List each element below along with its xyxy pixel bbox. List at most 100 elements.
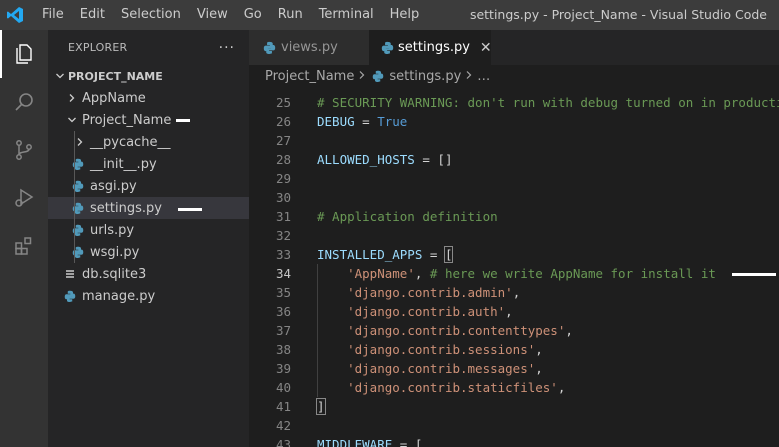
code-text: DEBUG = True: [291, 112, 407, 131]
chevron-right-icon: [465, 69, 473, 84]
folder-project-name[interactable]: Project_Name: [48, 109, 249, 131]
menu-edit[interactable]: Edit: [72, 0, 113, 30]
code-token: ,: [565, 323, 573, 338]
line-number: 29: [275, 171, 291, 186]
code-token: [: [443, 246, 454, 263]
line-number: 39: [275, 361, 291, 376]
line-number: 28: [275, 152, 291, 167]
explorer-icon[interactable]: [0, 30, 48, 78]
tab-views-py[interactable]: views.py: [249, 30, 369, 65]
file-tree: AppName Project_Name __pycache__ __init__.p…: [48, 87, 249, 307]
code-token: 'django.contrib.admin': [347, 285, 513, 300]
code-line[interactable]: 33 INSTALLED_APPS = [: [249, 245, 779, 264]
code-text: 'AppName', # here we write AppName for i…: [291, 264, 716, 283]
chevron-right-icon: [64, 90, 80, 106]
indent-guide: [317, 264, 318, 283]
python-file-icon: [261, 40, 277, 56]
menu-go[interactable]: Go: [236, 0, 270, 30]
code-line[interactable]: 39 'django.contrib.messages',: [249, 359, 779, 378]
line-number: 35: [275, 285, 291, 300]
code-token: 'django.contrib.messages': [347, 361, 536, 376]
code-line[interactable]: 32: [249, 226, 779, 245]
file-settings-py[interactable]: settings.py: [48, 197, 249, 219]
code-line[interactable]: 28 ALLOWED_HOSTS = []: [249, 150, 779, 169]
line-number: 32: [275, 228, 291, 243]
code-text: 'django.contrib.admin',: [291, 283, 520, 302]
code-line[interactable]: 43 MIDDLEWARE = [: [249, 435, 779, 447]
python-file-icon: [370, 68, 386, 84]
menu-view[interactable]: View: [189, 0, 236, 30]
code-line[interactable]: 27: [249, 131, 779, 150]
code-token: []: [437, 152, 453, 167]
code-text: ALLOWED_HOSTS = []: [291, 150, 452, 169]
breadcrumb-file[interactable]: settings.py: [389, 69, 461, 84]
code-text: MIDDLEWARE = [: [291, 435, 422, 447]
menu-help[interactable]: Help: [382, 0, 428, 30]
code-line[interactable]: 41]: [249, 397, 779, 416]
code-token: ,: [505, 304, 513, 319]
file-manage-py[interactable]: manage.py: [48, 285, 249, 307]
code-editor[interactable]: 25 # SECURITY WARNING: don't run with deb…: [249, 93, 779, 447]
code-line[interactable]: 26 DEBUG = True: [249, 112, 779, 131]
code-line[interactable]: 35 'django.contrib.admin',: [249, 283, 779, 302]
code-line[interactable]: 38 'django.contrib.sessions',: [249, 340, 779, 359]
line-number: 33: [275, 247, 291, 262]
code-token: DEBUG: [317, 114, 355, 129]
explorer-header: EXPLORER ···: [48, 30, 249, 65]
code-line[interactable]: 30: [249, 188, 779, 207]
folder-pycache[interactable]: __pycache__: [48, 131, 249, 153]
code-line[interactable]: 37 'django.contrib.contenttypes',: [249, 321, 779, 340]
menu-run[interactable]: Run: [270, 0, 311, 30]
breadcrumb: Project_Name settings.py …: [249, 65, 779, 87]
more-actions-icon[interactable]: ···: [219, 40, 235, 56]
indent-guide: [74, 175, 75, 197]
code-text: 'django.contrib.staticfiles',: [291, 378, 565, 397]
code-line[interactable]: 40 'django.contrib.staticfiles',: [249, 378, 779, 397]
indent-guide: [317, 378, 318, 397]
menu-selection[interactable]: Selection: [113, 0, 189, 30]
python-file-icon: [70, 178, 86, 194]
file-urls-py[interactable]: urls.py: [48, 219, 249, 241]
extensions-icon[interactable]: [0, 222, 48, 270]
run-debug-icon[interactable]: [0, 174, 48, 222]
python-file-icon: [70, 222, 86, 238]
code-line[interactable]: 42: [249, 416, 779, 435]
source-control-icon[interactable]: [0, 126, 48, 174]
file-db-sqlite3[interactable]: db.sqlite3: [48, 263, 249, 285]
code-line[interactable]: 31 # Application definition: [249, 207, 779, 226]
breadcrumb-more[interactable]: …: [477, 69, 490, 84]
breadcrumb-folder[interactable]: Project_Name: [265, 69, 354, 84]
tab-label: settings.py: [398, 40, 470, 55]
tree-item-label: manage.py: [82, 288, 156, 304]
code-line[interactable]: 25 # SECURITY WARNING: don't run with deb…: [249, 93, 779, 112]
indent-guide: [317, 302, 318, 321]
file-asgi-py[interactable]: asgi.py: [48, 175, 249, 197]
tree-item-label: AppName: [82, 90, 146, 106]
search-icon[interactable]: [0, 78, 48, 126]
code-text: 'django.contrib.auth',: [291, 302, 513, 321]
code-text: INSTALLED_APPS = [: [291, 245, 454, 264]
code-token: # Application definition: [317, 209, 498, 224]
code-line[interactable]: 34 'AppName', # here we write AppName fo…: [249, 264, 779, 283]
file-wsgi-py[interactable]: wsgi.py: [48, 241, 249, 263]
file-init-py[interactable]: __init__.py: [48, 153, 249, 175]
close-icon[interactable]: ✕: [480, 40, 492, 56]
code-token: =: [422, 247, 445, 262]
code-line[interactable]: 36 'django.contrib.auth',: [249, 302, 779, 321]
window-title: settings.py - Project_Name - Visual Stud…: [469, 7, 767, 22]
code-line[interactable]: 29: [249, 169, 779, 188]
tab-settings-py[interactable]: settings.py ✕: [369, 30, 492, 65]
code-text: ]: [291, 397, 326, 416]
project-root[interactable]: PROJECT_NAME: [48, 65, 249, 87]
code-token: 'django.contrib.staticfiles': [347, 380, 558, 395]
folder-appname[interactable]: AppName: [48, 87, 249, 109]
line-number: 41: [275, 399, 291, 414]
menu-file[interactable]: File: [30, 0, 72, 30]
menu-terminal[interactable]: Terminal: [311, 0, 382, 30]
menu-bar: File Edit Selection View Go Run Terminal Help: [30, 0, 427, 30]
annotation-mark: [176, 119, 190, 122]
